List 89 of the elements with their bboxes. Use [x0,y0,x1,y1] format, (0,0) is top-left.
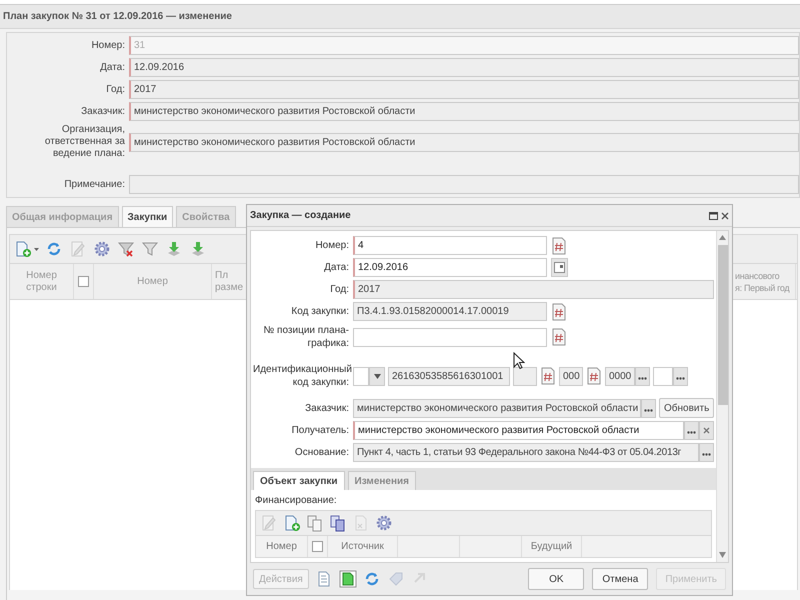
field-label: Основание: [294,446,349,459]
field-label: Заказчик: [80,106,125,118]
input-field[interactable]: 0000 [605,366,635,386]
tab[interactable]: Объект закупки [253,471,345,490]
dialog-title: Закупка — создание [250,209,351,223]
scroll-up-icon[interactable] [719,235,726,241]
caret-icon[interactable] [34,248,39,250]
filter-clear-icon[interactable] [117,240,135,258]
hash-document-icon[interactable] [551,328,567,346]
settings-icon[interactable] [93,240,111,258]
field-label: Получатель: [290,424,349,437]
ellipsis-icon[interactable] [644,408,653,412]
ellipsis-button[interactable] [699,443,714,462]
input-field[interactable] [353,328,547,346]
filter-icon[interactable] [141,240,159,258]
field-label: Год: [329,283,349,296]
maximize-icon[interactable] [709,212,718,220]
ellipsis-button[interactable] [641,398,656,418]
field-label: Организация, ответственная за ведение плана: [44,124,125,160]
refresh-icon[interactable] [45,240,63,258]
column-header: Пл разме [215,270,244,294]
input-field[interactable]: Пункт 4, часть 1, статьи 93 Федерального закона №44-Ф3 от 05.04.2013г [353,443,699,462]
input-field[interactable]: П3.4.1.93.01582000014.17.00019 [353,302,547,321]
field-label: Номер: [314,239,349,252]
add-document-icon[interactable] [14,240,32,258]
dialog-button[interactable]: Отмена [592,568,648,590]
ellipsis-button[interactable] [635,366,650,386]
field-label: Заказчик: [304,402,349,414]
input-field[interactable]: 4 [353,236,547,255]
ellipsis-button[interactable] [673,366,688,386]
column-header: Номер [137,276,168,288]
close-icon[interactable] [703,427,710,434]
tab[interactable]: Закупки [122,206,174,227]
calendar-icon[interactable] [554,262,565,273]
ellipsis-icon[interactable] [638,376,647,380]
add-document-icon[interactable] [283,514,301,532]
column-header: Источник [341,540,384,552]
dropdown-button[interactable] [369,366,385,386]
field-label: Примечание: [63,178,125,190]
hash-document-icon[interactable] [551,236,567,254]
input-field[interactable]: 2017 [129,80,799,99]
checkbox[interactable] [312,541,323,552]
mouse-pointer-icon [513,352,525,370]
ellipsis-icon[interactable] [687,431,696,434]
hash-document-icon[interactable] [551,302,567,320]
field-label: Дата: [323,261,349,274]
ellipsis-button[interactable] [684,421,699,440]
field-label: Номер: [90,40,125,52]
ellipsis-icon[interactable] [702,453,711,456]
copy-icon[interactable] [306,514,324,532]
settings-icon[interactable] [375,514,393,532]
select-field[interactable] [353,366,369,386]
calendar-button[interactable] [551,258,568,277]
input-field[interactable]: 26163053585616301001 [388,366,510,386]
document-icon[interactable] [338,570,357,588]
scrollbar[interactable] [716,231,728,562]
field-label: № позиции плана-графика: [262,324,349,350]
input-field[interactable]: министерство экономического развития Ростовской области [129,102,799,121]
field-label: Код закупки: [290,305,349,318]
ellipsis-icon[interactable] [676,376,685,380]
hash-document-icon[interactable] [586,367,602,385]
input-field[interactable] [513,366,537,386]
input-field[interactable]: 12.09.2016 [129,58,799,77]
window-title: План закупок № 31 от 12.09.2016 — изменение [0,5,800,29]
hash-document-icon[interactable] [540,367,556,385]
field-label: Дата: [99,62,125,74]
input-field[interactable]: министерство экономического развития Ростовской области [353,421,684,440]
column-header: инансового я: Первый год [735,270,790,294]
column-header: Будущий [530,540,572,552]
field-label: Идентификационный код закупки: [253,363,349,389]
close-icon[interactable] [721,212,729,220]
scroll-down-icon[interactable] [719,552,726,558]
section-label: Финансирование: [255,494,338,508]
dialog-button[interactable]: OK [528,568,584,590]
refresh-button[interactable]: Обновить [659,398,714,418]
input-field[interactable]: министерство экономического развития Ростовской области [129,132,799,152]
clear-button[interactable] [699,421,714,440]
field-label: Год: [105,84,125,96]
caret-icon[interactable] [374,374,380,378]
documents-icon[interactable] [329,514,347,532]
input-field[interactable] [653,366,673,386]
column-header: Номер [266,540,297,552]
checkbox[interactable] [78,276,89,287]
input-field[interactable]: 2017 [353,280,714,299]
input-field[interactable] [129,175,799,194]
input-field[interactable]: 12.09.2016 [353,258,547,277]
input-field[interactable]: министерство экономического развития Ростовской области [353,398,641,418]
input-field[interactable]: 000 [559,366,583,386]
column-header: Номер строки [26,270,57,294]
